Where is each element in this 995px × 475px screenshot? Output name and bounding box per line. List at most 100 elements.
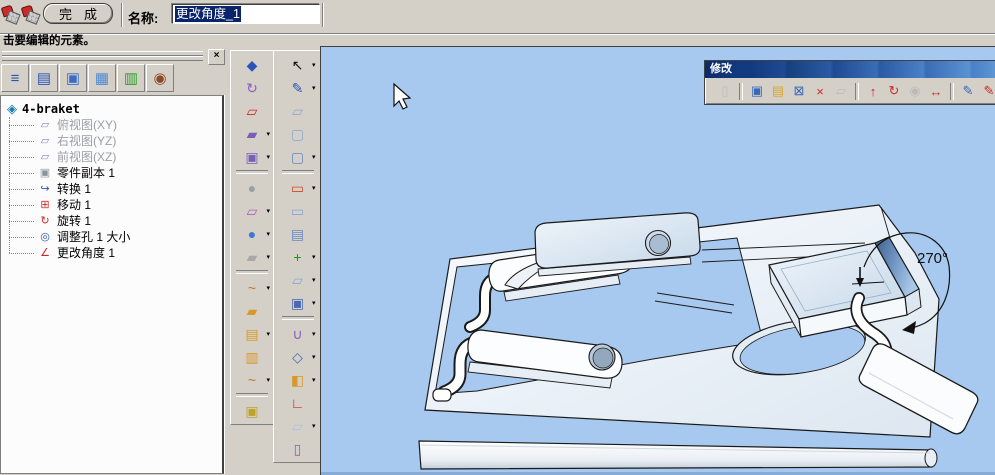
extrude-feature-icon[interactable]: ▯ <box>715 81 735 101</box>
select-cursor-icon[interactable]: ↖ ▾ <box>280 53 316 76</box>
framed-plane-icon[interactable]: ▣ ▾ <box>280 291 316 314</box>
name-input[interactable]: 更改角度_1 <box>172 4 320 24</box>
tree-item[interactable]: ◎ 调整孔 1 大小 <box>1 229 222 245</box>
move-feature-icon[interactable]: ↑ <box>863 81 883 101</box>
bracket-model[interactable] <box>418 204 979 470</box>
profile-sketch-icon[interactable]: ▭ ▾ <box>280 176 316 199</box>
edit-sketch-icon[interactable]: ▤ <box>768 81 788 101</box>
camera-part-icon[interactable]: ▣ <box>234 399 270 422</box>
spiral-tool-icon[interactable]: ↻ <box>234 76 270 99</box>
move-points-icon[interactable]: ◇ ▾ <box>280 345 316 368</box>
tree-item[interactable]: ▱ 前视图(XZ) <box>1 149 222 165</box>
tree-item[interactable]: ⊞ 移动 1 <box>1 197 222 213</box>
toolbar-separator <box>236 170 268 174</box>
rotate-feature-icon[interactable]: ↻ <box>884 81 904 101</box>
mirror-tool-icon: ◧ <box>290 371 305 388</box>
sheet-plane-icon[interactable]: ▱ ▾ <box>280 268 316 291</box>
modify-toolbar-titlebar[interactable]: 修改 <box>705 61 995 78</box>
chevron-down-icon[interactable]: ▾ <box>312 153 316 161</box>
gray-surface-icon[interactable]: ▰ ▾ <box>234 245 270 268</box>
hammer-tool-alt-icon[interactable] <box>20 4 41 25</box>
axes-icon[interactable]: ∟ <box>280 391 316 414</box>
clamp-tool-icon[interactable]: ∪ ▾ <box>280 322 316 345</box>
tree-connector <box>9 237 34 238</box>
hammer-tool-icon[interactable] <box>0 4 21 25</box>
bend-surface-icon[interactable]: ▥ <box>234 345 270 368</box>
chevron-down-icon[interactable]: ▾ <box>312 84 316 92</box>
tree-item[interactable]: ↪ 转换 1 <box>1 181 222 197</box>
chevron-down-icon[interactable]: ▾ <box>312 299 316 307</box>
surface-tool-icon[interactable]: ▰ ▾ <box>234 122 270 145</box>
chevron-down-icon[interactable]: ▾ <box>266 130 270 138</box>
panel-grip[interactable] <box>2 56 203 61</box>
tree-item[interactable]: ∠ 更改角度 1 <box>1 245 222 261</box>
stretch-feature-icon[interactable]: ↔ <box>926 81 946 101</box>
blue-sphere-icon[interactable]: ● ▾ <box>234 222 270 245</box>
scale-feature-icon[interactable]: ◉ <box>905 81 925 101</box>
curve-point-icon[interactable]: ~ ▾ <box>234 368 270 391</box>
chevron-down-icon[interactable]: ▾ <box>266 376 270 384</box>
plane-icon[interactable]: ▱ <box>280 99 316 122</box>
sphere-tool-icon: ● <box>247 179 257 196</box>
gold-surface-icon[interactable]: ▰ <box>234 299 270 322</box>
chevron-down-icon[interactable]: ▾ <box>266 207 270 215</box>
delete-feature-icon[interactable]: ⊠ <box>789 81 809 101</box>
assembly-parts-icon[interactable]: ▣ <box>59 64 87 92</box>
edit-surface-icon: ✎ <box>962 83 974 98</box>
red-plane-icon[interactable]: ▱ <box>234 99 270 122</box>
mirror-tool-icon[interactable]: ◧ ▾ <box>280 368 316 391</box>
move-feature-icon: ↑ <box>869 83 877 99</box>
delete-shape-icon[interactable]: × <box>810 81 830 101</box>
chevron-down-icon[interactable]: ▾ <box>266 253 270 261</box>
tree-item[interactable]: ↻ 旋转 1 <box>1 213 222 229</box>
chevron-down-icon[interactable]: ▾ <box>312 422 316 430</box>
edit-intellishape-icon[interactable]: ▣ <box>747 81 767 101</box>
toolbar-column-features: ↖ ▾ ✎ ▾ ▱ ▢ ▢ ▾ ▭ ▾ ▭ ▤ + ▾ ▱ ▾ ▣ ▾ ∪ ▾ ◇ ▾ ◧ ▾ ∟ ▱ ▾ ▯ <box>273 50 322 463</box>
catalog-books-icon[interactable]: ▤ <box>30 64 58 92</box>
camera-view-icon[interactable]: ◉ <box>146 64 174 92</box>
tree-item[interactable]: ▱ 俯视图(XY) <box>1 117 222 133</box>
chevron-down-icon[interactable]: ▾ <box>266 330 270 338</box>
chevron-down-icon[interactable]: ▾ <box>312 184 316 192</box>
close-icon[interactable]: × <box>208 49 225 65</box>
3d-viewport[interactable]: 270° 修改 ▯ ▣ ▤ ⊠ × ▱ ↑ ↻ ◉ ↔ ✎ ✎ <box>320 46 995 475</box>
transform-icon: ↪ <box>40 183 50 195</box>
extrude-solid-icon[interactable]: ▯ <box>280 437 316 460</box>
bend-shape-alt-icon[interactable]: ▢ ▾ <box>280 145 316 168</box>
sphere-tool-icon[interactable]: ● <box>234 176 270 199</box>
move-icon: ⊞ <box>40 199 50 211</box>
surface-copy-icon[interactable]: ▣ ▾ <box>234 145 270 168</box>
part-root-icon: ◈ <box>7 101 17 116</box>
chevron-down-icon[interactable]: ▾ <box>266 230 270 238</box>
curve-tool-icon[interactable]: ~ ▾ <box>234 276 270 299</box>
scene-browser-toolbar: ≡ ▤ ▣ ▦ ▥ ◉ <box>1 64 174 92</box>
chevron-down-icon[interactable]: ▾ <box>312 353 316 361</box>
section-plane-icon[interactable]: ▱ ▾ <box>234 199 270 222</box>
tree-item[interactable]: ▣ 零件副本 1 <box>1 165 222 181</box>
blank-plane-icon[interactable]: ▭ <box>280 199 316 222</box>
tree-item[interactable]: ◈ 4-braket <box>1 101 222 117</box>
chevron-down-icon[interactable]: ▾ <box>312 253 316 261</box>
chevron-down-icon[interactable]: ▾ <box>266 153 270 161</box>
chevron-down-icon[interactable]: ▾ <box>266 284 270 292</box>
layers-icon[interactable]: ▦ <box>88 64 116 92</box>
fold-surface-icon[interactable]: ▤ ▾ <box>234 322 270 345</box>
suppress-feature-icon[interactable]: ▱ <box>831 81 851 101</box>
finish-button[interactable]: 完成 <box>43 3 113 24</box>
edit-surface-red-icon[interactable]: ✎ <box>979 81 995 101</box>
chevron-down-icon[interactable]: ▾ <box>312 376 316 384</box>
chevron-down-icon[interactable]: ▾ <box>312 330 316 338</box>
spiral-tool-icon: ↻ <box>246 79 258 96</box>
white-plane-icon[interactable]: ▱ ▾ <box>280 414 316 437</box>
chevron-down-icon[interactable]: ▾ <box>312 61 316 69</box>
render-settings-icon[interactable]: ▥ <box>117 64 145 92</box>
bend-shape-icon[interactable]: ▢ <box>280 122 316 145</box>
extrude-shape-icon[interactable]: ▤ <box>280 222 316 245</box>
chevron-down-icon[interactable]: ▾ <box>312 276 316 284</box>
edit-sketch-icon[interactable]: ✎ ▾ <box>280 76 316 99</box>
tree-item[interactable]: ▱ 右视图(YZ) <box>1 133 222 149</box>
smart-render-icon[interactable]: ◆ <box>234 53 270 76</box>
edit-surface-icon[interactable]: ✎ <box>958 81 978 101</box>
design-tree-icon[interactable]: ≡ <box>1 64 29 92</box>
add-material-icon[interactable]: + ▾ <box>280 245 316 268</box>
